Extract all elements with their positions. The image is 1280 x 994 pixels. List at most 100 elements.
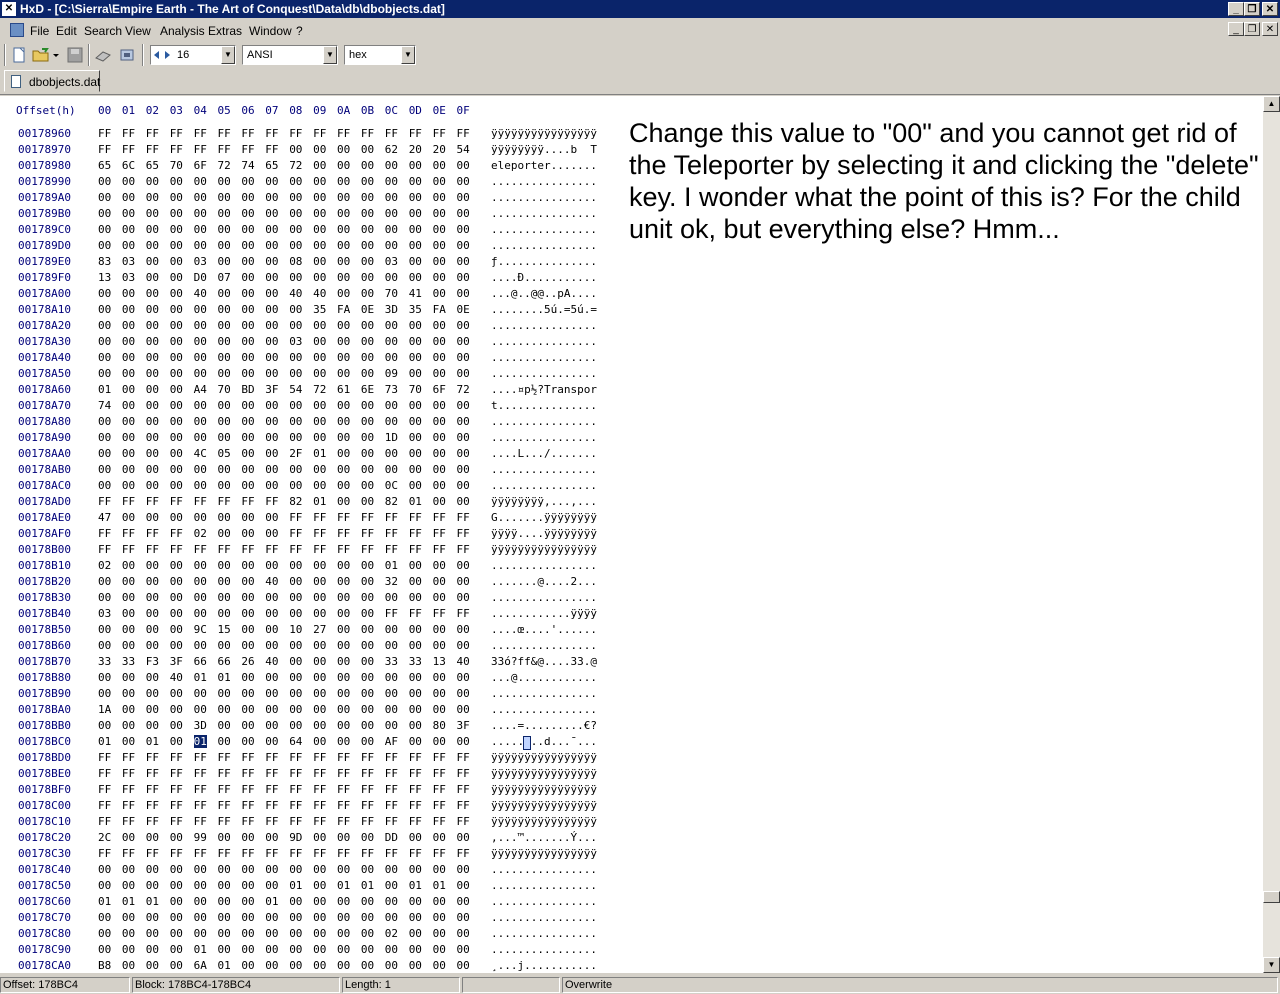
hex-byte[interactable]: FF — [194, 495, 207, 508]
hex-byte[interactable]: 00 — [265, 911, 278, 924]
hex-byte[interactable]: 00 — [361, 463, 374, 476]
hex-byte[interactable]: 03 — [289, 335, 302, 348]
hex-byte[interactable]: 00 — [241, 927, 254, 940]
hex-byte[interactable]: FF — [146, 799, 159, 812]
hex-byte[interactable]: 61 — [337, 383, 350, 396]
hex-byte[interactable]: 01 — [194, 943, 207, 956]
hex-bytes[interactable]: 00 00 00 00 00 00 00 00 00 00 00 00 02 00 00 00 — [98, 927, 483, 943]
hex-byte[interactable]: 00 — [433, 191, 446, 204]
hex-byte[interactable]: 00 — [146, 431, 159, 444]
hex-byte[interactable]: 00 — [194, 879, 207, 892]
hex-byte[interactable]: FF — [385, 511, 398, 524]
hex-byte[interactable]: FF — [265, 847, 278, 860]
hex-byte[interactable]: 00 — [289, 271, 302, 284]
hex-byte[interactable]: 00 — [361, 735, 374, 748]
hex-byte[interactable]: 00 — [457, 351, 470, 364]
hex-byte[interactable]: FF — [337, 127, 350, 140]
hex-byte[interactable]: 00 — [409, 735, 422, 748]
hex-byte[interactable]: FF — [122, 751, 135, 764]
hex-byte[interactable]: 00 — [337, 575, 350, 588]
hex-byte[interactable]: 00 — [194, 607, 207, 620]
hex-byte[interactable]: 00 — [170, 623, 183, 636]
hex-byte[interactable]: 00 — [98, 863, 111, 876]
hex-byte[interactable]: 00 — [313, 319, 326, 332]
hex-byte[interactable]: 00 — [98, 943, 111, 956]
hex-byte[interactable]: 00 — [98, 463, 111, 476]
ascii-text[interactable]: ....œ....'...... — [491, 623, 621, 639]
hex-byte[interactable]: 00 — [289, 655, 302, 668]
hex-byte[interactable]: 00 — [433, 351, 446, 364]
hex-byte[interactable]: FF — [218, 847, 231, 860]
hex-byte[interactable]: 00 — [433, 479, 446, 492]
hex-byte[interactable]: 00 — [146, 607, 159, 620]
hex-byte[interactable]: 00 — [289, 959, 302, 972]
hex-byte[interactable]: 00 — [170, 367, 183, 380]
hex-byte[interactable]: 00 — [313, 559, 326, 572]
hex-byte[interactable]: 40 — [289, 287, 302, 300]
hex-byte[interactable]: 00 — [218, 703, 231, 716]
hex-byte[interactable]: 54 — [289, 383, 302, 396]
hex-byte[interactable]: 00 — [122, 575, 135, 588]
hex-byte[interactable]: 00 — [361, 287, 374, 300]
hex-byte[interactable]: 70 — [170, 159, 183, 172]
hex-byte[interactable]: 00 — [218, 895, 231, 908]
hex-byte[interactable]: 00 — [122, 351, 135, 364]
hex-byte[interactable]: 00 — [385, 175, 398, 188]
hex-byte[interactable]: FF — [194, 543, 207, 556]
hex-byte[interactable]: 00 — [122, 943, 135, 956]
hex-byte[interactable]: 00 — [98, 479, 111, 492]
hex-byte[interactable]: 66 — [218, 655, 231, 668]
hex-byte[interactable]: 00 — [313, 639, 326, 652]
hex-byte[interactable]: FF — [457, 511, 470, 524]
hex-byte[interactable]: 00 — [98, 927, 111, 940]
hex-byte[interactable]: 00 — [241, 831, 254, 844]
hex-byte[interactable]: 00 — [409, 927, 422, 940]
hex-byte[interactable]: 00 — [385, 639, 398, 652]
ascii-text[interactable]: ........5ú.=5ú.= — [491, 303, 621, 319]
hex-byte[interactable]: FF — [98, 767, 111, 780]
hex-byte[interactable]: 00 — [337, 463, 350, 476]
hex-byte[interactable]: 83 — [98, 255, 111, 268]
hex-byte[interactable]: 00 — [361, 623, 374, 636]
hex-byte[interactable]: 00 — [457, 575, 470, 588]
hex-byte[interactable]: 00 — [170, 447, 183, 460]
hex-byte[interactable]: FF — [409, 127, 422, 140]
hex-byte[interactable]: 01 — [409, 495, 422, 508]
hex-byte[interactable]: 00 — [409, 559, 422, 572]
hex-bytes[interactable]: 02 00 00 00 00 00 00 00 00 00 00 00 01 00 00 00 — [98, 559, 483, 575]
hex-byte[interactable]: 00 — [122, 319, 135, 332]
hex-byte[interactable]: FF — [146, 527, 159, 540]
hex-byte[interactable]: 00 — [361, 239, 374, 252]
ascii-text[interactable]: ................ — [491, 351, 621, 367]
hex-byte[interactable]: FF — [361, 799, 374, 812]
hex-byte[interactable]: FF — [313, 127, 326, 140]
hex-byte[interactable]: 00 — [98, 207, 111, 220]
hex-byte[interactable]: 00 — [313, 719, 326, 732]
hex-byte[interactable]: 00 — [170, 319, 183, 332]
hex-byte[interactable]: 00 — [289, 431, 302, 444]
hex-byte[interactable]: FF — [313, 751, 326, 764]
ascii-text[interactable]: ....¤p½?Transpor — [491, 383, 621, 399]
ascii-text[interactable]: ƒ............... — [491, 255, 621, 271]
hex-byte[interactable]: 00 — [337, 959, 350, 972]
hex-byte[interactable]: 00 — [409, 175, 422, 188]
hex-byte[interactable]: 00 — [98, 415, 111, 428]
hex-byte[interactable]: FF — [265, 815, 278, 828]
hex-byte[interactable]: 01 — [361, 879, 374, 892]
hex-byte[interactable]: 00 — [313, 911, 326, 924]
hex-byte[interactable]: 00 — [409, 319, 422, 332]
hex-byte[interactable]: 00 — [98, 239, 111, 252]
hex-byte[interactable]: 00 — [385, 879, 398, 892]
hex-bytes[interactable]: 00 00 00 00 3D 00 00 00 00 00 00 00 00 00 80 3F — [98, 719, 483, 735]
hex-byte[interactable]: 00 — [218, 527, 231, 540]
hex-byte[interactable]: 00 — [337, 287, 350, 300]
ascii-text[interactable]: ................ — [491, 863, 621, 879]
ascii-text[interactable]: ................ — [491, 911, 621, 927]
hex-byte[interactable]: 00 — [457, 591, 470, 604]
hex-byte[interactable]: 00 — [457, 559, 470, 572]
chevron-down-icon[interactable]: ▼ — [221, 46, 235, 64]
hex-byte[interactable]: 00 — [122, 335, 135, 348]
hex-byte[interactable]: FF — [337, 783, 350, 796]
hex-byte[interactable]: 00 — [265, 703, 278, 716]
hex-byte[interactable]: 00 — [337, 335, 350, 348]
